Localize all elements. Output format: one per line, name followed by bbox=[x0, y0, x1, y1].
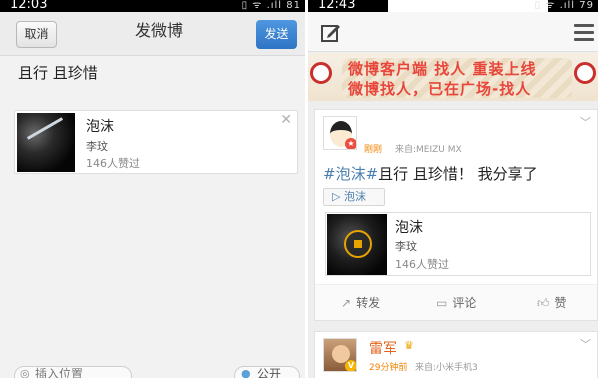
avatar[interactable]: ★ bbox=[323, 116, 357, 150]
promo-banner[interactable]: 微博客户端 找人 重装上线 微博找人，已在广场-找人 bbox=[308, 53, 598, 101]
chevron-down-icon[interactable]: ﹀ bbox=[580, 336, 591, 352]
verified-icon: V bbox=[345, 360, 356, 371]
post-source: 来自:小米手机3 bbox=[415, 363, 478, 373]
status-redacted bbox=[388, 0, 548, 12]
music-card[interactable]: 泡沫 李玟 146人赞过 bbox=[325, 212, 591, 276]
album-cover bbox=[327, 214, 387, 275]
album-cover bbox=[17, 113, 75, 172]
author-name[interactable]: 雷军 bbox=[369, 338, 397, 358]
song-artist: 李玟 bbox=[86, 140, 108, 153]
song-likes: 146人赞过 bbox=[395, 258, 449, 271]
comment-button[interactable]: ▭ 评论 bbox=[436, 285, 476, 321]
song-artist: 李玟 bbox=[395, 240, 417, 253]
repost-icon: ↗ bbox=[341, 296, 352, 310]
compose-screen: 12:03 ▯ ᯤ .ıll 81 取消 发微博 发送 且行 且珍惜 泡沫 李玟… bbox=[0, 0, 305, 378]
banner-line-2: 微博找人，已在广场-找人 bbox=[348, 80, 532, 98]
compose-icon[interactable] bbox=[320, 22, 342, 44]
feed-header bbox=[308, 12, 598, 52]
chevron-down-icon[interactable]: ﹀ bbox=[580, 114, 591, 130]
post-time: 29分钟前 bbox=[369, 363, 408, 373]
song-title: 泡沫 bbox=[395, 220, 423, 236]
user-badge-icon: ★ bbox=[345, 138, 356, 149]
status-icons: ▯ ᯤ .ıll 79 bbox=[534, 0, 594, 11]
status-time: 12:03 bbox=[10, 0, 48, 12]
menu-icon[interactable] bbox=[574, 24, 594, 42]
feed-post[interactable]: V 雷军 ♛ 29分钟前 来自:小米手机3 ﹀ bbox=[314, 331, 598, 378]
post-time: 刚刚 bbox=[364, 145, 383, 155]
thumbs-up-icon: 👍︎ bbox=[537, 296, 550, 310]
status-bar: 12:43 ▯ ᯤ .ıll 79 bbox=[308, 0, 598, 12]
like-label: 赞 bbox=[554, 296, 567, 310]
crown-icon: ♛ bbox=[404, 339, 414, 352]
status-icons: ▯ ᯤ .ıll 81 bbox=[241, 0, 301, 11]
insert-location-button[interactable]: 插入位置 bbox=[14, 366, 132, 378]
hashtag-link[interactable]: #泡沫# bbox=[323, 165, 378, 183]
topic-button[interactable]: ▷ 泡沫 bbox=[323, 188, 385, 206]
compose-header: 取消 发微博 发送 bbox=[0, 12, 305, 56]
feed-screen: 12:43 ▯ ᯤ .ıll 79 微博客户端 找人 重装上线 微博找人，已在广… bbox=[308, 0, 598, 378]
feed-post[interactable]: ★ 刚刚 来自:MEIZU MX ﹀ #泡沫#且行 且珍惜！ 我分享了 ▷ 泡沫… bbox=[314, 109, 598, 321]
comment-label: 评论 bbox=[452, 296, 477, 310]
repost-button[interactable]: ↗ 转发 bbox=[341, 285, 380, 321]
status-bar: 12:03 ▯ ᯤ .ıll 81 bbox=[0, 0, 305, 12]
post-actions: ↗ 转发 ▭ 评论 👍︎ 赞 bbox=[315, 284, 597, 320]
comment-icon: ▭ bbox=[436, 296, 448, 310]
visibility-button[interactable]: 公开 bbox=[234, 366, 300, 378]
song-likes: 146人赞过 bbox=[86, 157, 140, 170]
compose-text-input[interactable]: 且行 且珍惜 bbox=[18, 62, 98, 83]
close-icon[interactable]: ✕ bbox=[280, 112, 292, 128]
post-text: #泡沫#且行 且珍惜！ 我分享了 bbox=[323, 163, 538, 184]
status-time: 12:43 bbox=[318, 0, 356, 12]
banner-line-1: 微博客户端 找人 重装上线 bbox=[348, 60, 537, 78]
avatar[interactable]: V bbox=[323, 338, 357, 372]
banner-mascot-icon bbox=[310, 62, 332, 84]
play-icon[interactable] bbox=[344, 230, 372, 258]
send-button[interactable]: 发送 bbox=[256, 20, 297, 49]
banner-mascot-icon bbox=[574, 62, 596, 84]
post-body: 且行 且珍惜！ 我分享了 bbox=[378, 165, 538, 183]
post-source: 来自:MEIZU MX bbox=[395, 145, 462, 155]
song-title: 泡沫 bbox=[86, 119, 114, 135]
music-share-card[interactable]: 泡沫 李玟 146人赞过 ✕ bbox=[14, 110, 298, 174]
like-button[interactable]: 👍︎ 赞 bbox=[537, 285, 567, 321]
repost-label: 转发 bbox=[356, 296, 381, 310]
